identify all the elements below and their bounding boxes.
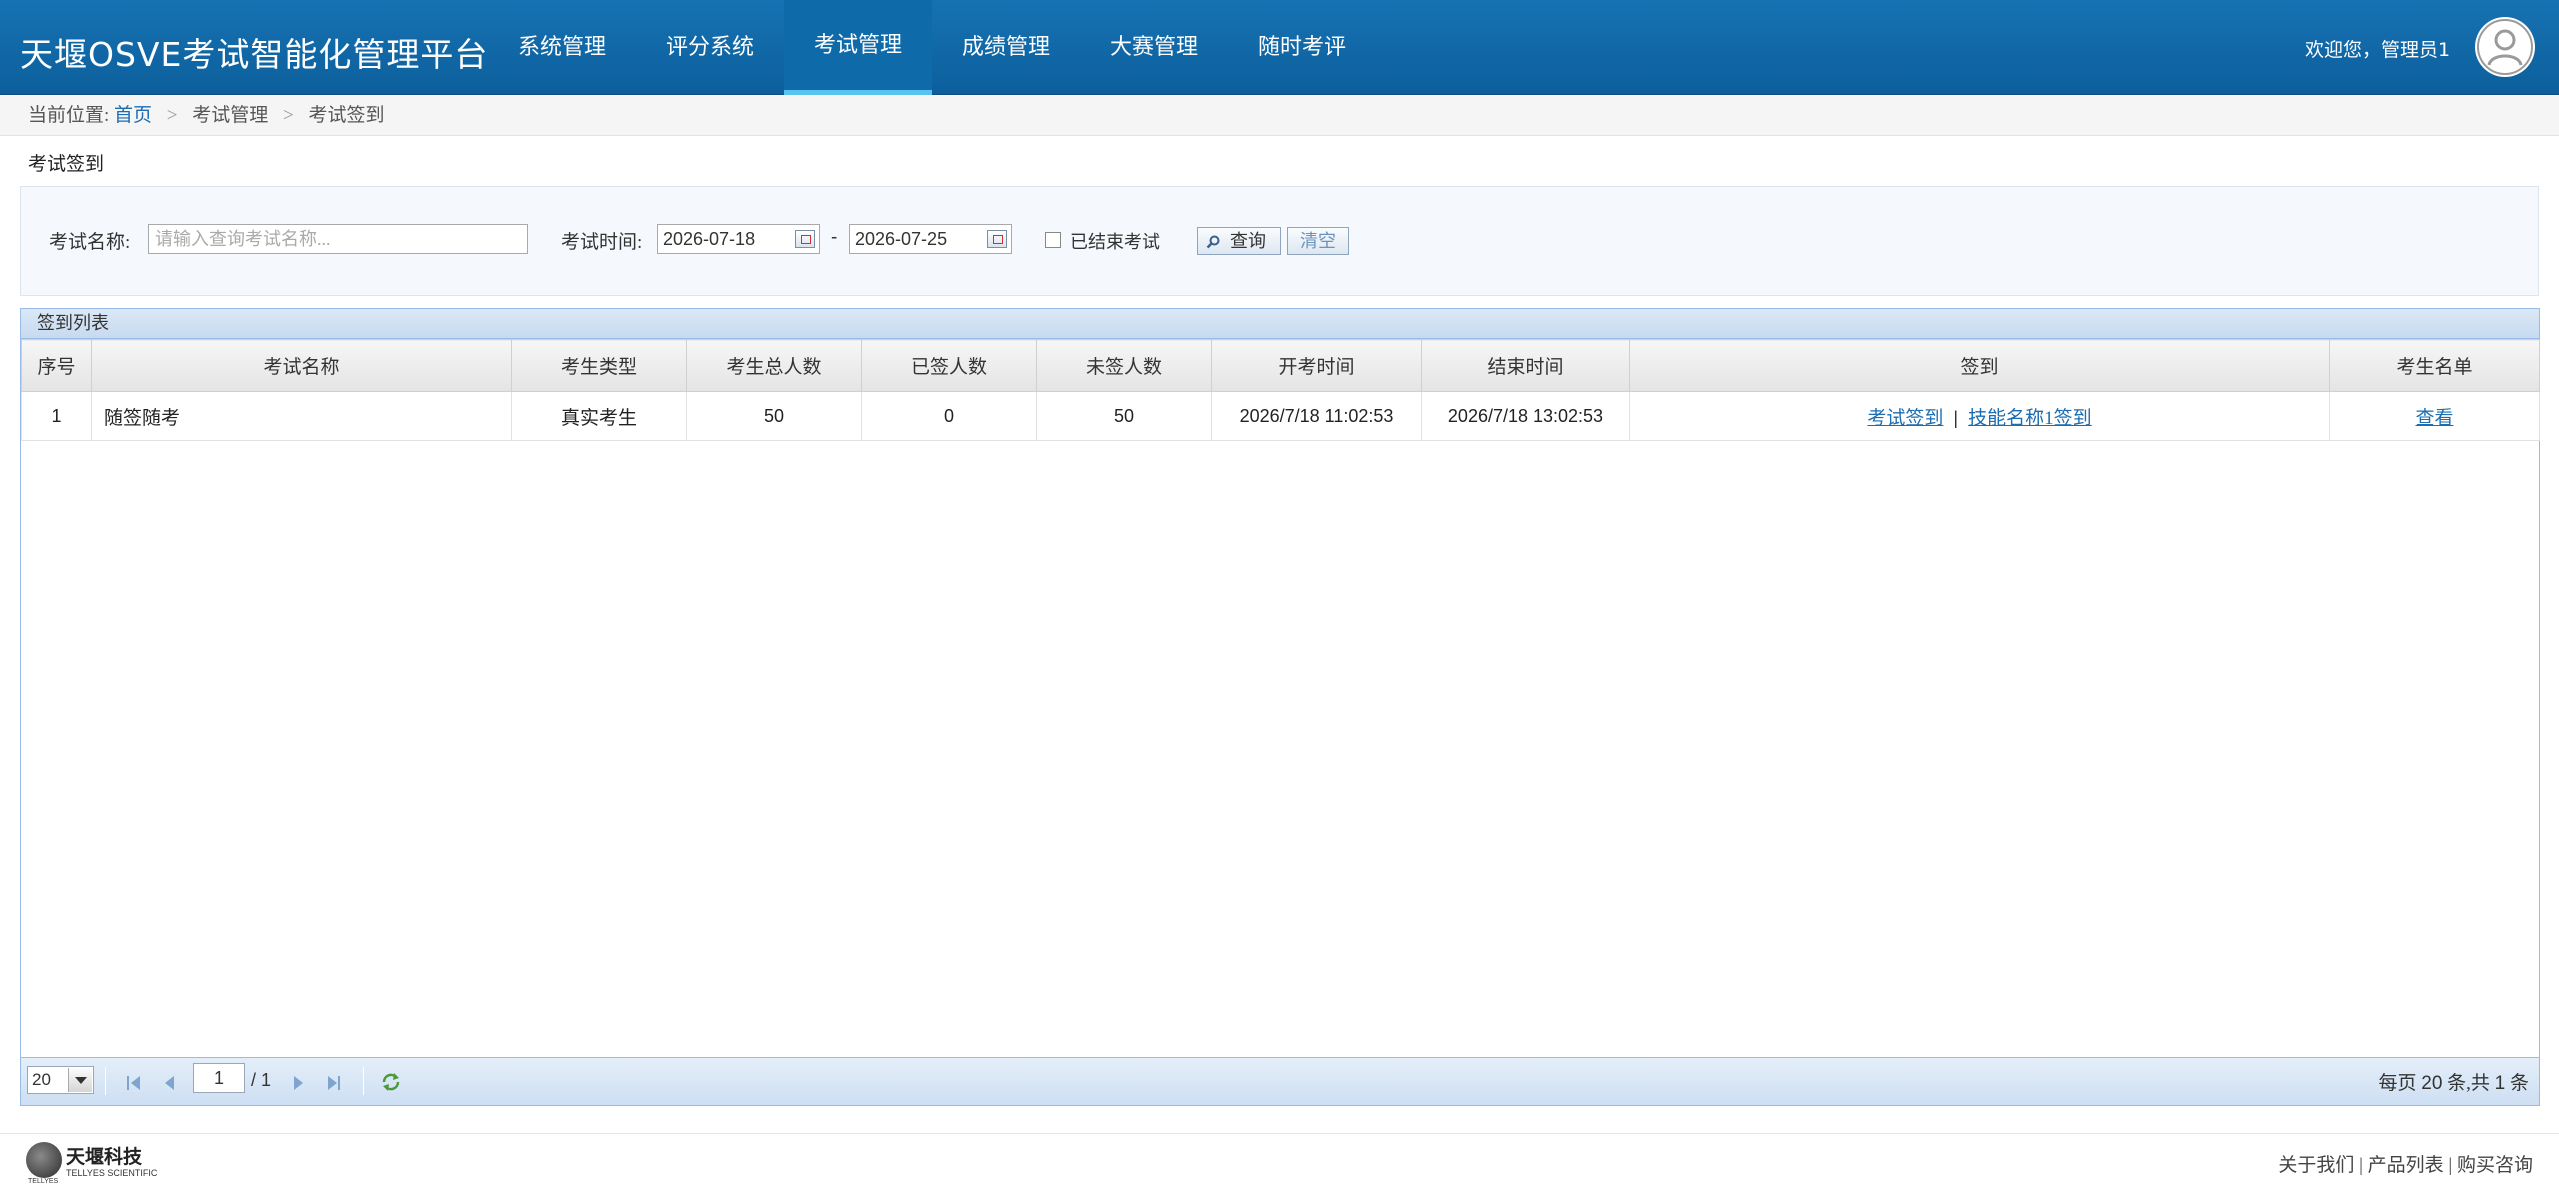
pager: 20 1 / 1 每页 20 条,共 1 条	[21, 1057, 2539, 1105]
cell-index: 1	[21, 391, 92, 441]
column-header[interactable]: 考生类型	[511, 339, 687, 392]
column-header[interactable]: 结束时间	[1421, 339, 1630, 392]
search-icon	[1206, 235, 1220, 249]
user-avatar-icon[interactable]	[2475, 17, 2535, 77]
pager-info-size: 20	[2421, 1073, 2443, 1094]
pager-info-prefix: 每页	[2378, 1073, 2417, 1094]
top-header: 天堰OSVE考试智能化管理平台 系统管理 评分系统 考试管理 成绩管理 大赛管理…	[0, 0, 2559, 95]
pager-divider	[105, 1067, 106, 1095]
footer-link-separator: |	[2448, 1155, 2453, 1176]
exam-signin-link[interactable]: 考试签到	[1867, 408, 1943, 429]
table-row[interactable]: 1 随签随考 真实考生 50 0 50 2026/7/18 11:02:53 2…	[21, 391, 2540, 441]
footer: 天堰科技 TELLYES SCIENTIFIC TELLYES 关于我们 | 产…	[0, 1133, 2559, 1187]
link-separator: |	[1953, 407, 1959, 428]
column-header[interactable]: 考生名单	[2329, 339, 2540, 392]
footer-links: 关于我们 | 产品列表 | 购买咨询	[2278, 1150, 2533, 1177]
prev-page-icon[interactable]	[161, 1073, 179, 1091]
date-to-field[interactable]	[849, 224, 1012, 254]
pager-info-mid: 条,共	[2447, 1073, 2490, 1094]
query-button-label: 查询	[1230, 231, 1266, 251]
breadcrumb-prefix: 当前位置:	[28, 105, 110, 126]
cell-start-time: 2026/7/18 11:02:53	[1211, 391, 1422, 441]
exam-time-label: 考试时间:	[561, 232, 643, 253]
nav-item-exam[interactable]: 考试管理	[784, 0, 932, 95]
cell-exam-name: 随签随考	[91, 391, 512, 441]
page-title: 考试签到	[28, 154, 105, 175]
column-header[interactable]: 签到	[1629, 339, 2330, 392]
query-button[interactable]: 查询	[1197, 227, 1281, 255]
main-nav: 系统管理 评分系统 考试管理 成绩管理 大赛管理 随时考评	[488, 0, 1376, 95]
last-page-icon[interactable]	[325, 1073, 343, 1091]
signin-table: 序号 考试名称 考生类型 考生总人数 已签人数 未签人数 开考时间 结束时间 签…	[21, 339, 2540, 441]
column-header[interactable]: 考生总人数	[686, 339, 862, 392]
company-logo-icon	[26, 1142, 62, 1178]
footer-link-separator: |	[2359, 1155, 2363, 1176]
footer-link-about[interactable]: 关于我们	[2278, 1155, 2354, 1176]
cell-end-time: 2026/7/18 13:02:53	[1421, 391, 1630, 441]
footer-brand: 天堰科技	[66, 1146, 143, 1168]
welcome-text: 欢迎您，管理员1	[2305, 39, 2451, 61]
ended-exam-checkbox[interactable]	[1045, 232, 1061, 248]
view-roster-link[interactable]: 查看	[2415, 408, 2453, 429]
total-pages: / 1	[251, 1070, 272, 1090]
breadcrumb-level2: 考试签到	[308, 105, 385, 126]
exam-name-input[interactable]	[148, 224, 528, 254]
nav-item-grades[interactable]: 成绩管理	[932, 0, 1080, 95]
footer-brand-small: TELLYES	[28, 1178, 59, 1185]
column-header[interactable]: 序号	[21, 339, 92, 392]
breadcrumb-level1: 考试管理	[192, 105, 269, 126]
footer-link-products[interactable]: 产品列表	[2368, 1155, 2444, 1176]
breadcrumb-home-link[interactable]: 首页	[114, 105, 152, 126]
nav-item-contest[interactable]: 大赛管理	[1080, 0, 1228, 95]
cell-signin-actions: 考试签到 | 技能名称1签到	[1629, 391, 2330, 441]
pager-info-total: 1	[2494, 1073, 2506, 1094]
refresh-icon[interactable]	[381, 1073, 400, 1091]
pager-info-suffix: 条	[2509, 1073, 2529, 1094]
nav-item-assessment[interactable]: 随时考评	[1228, 0, 1376, 95]
breadcrumb-separator: >	[283, 105, 294, 126]
nav-item-system[interactable]: 系统管理	[488, 0, 636, 95]
nav-item-scoring[interactable]: 评分系统	[636, 0, 784, 95]
app-title: 天堰OSVE考试智能化管理平台	[20, 35, 489, 74]
table-header-row: 序号 考试名称 考生类型 考生总人数 已签人数 未签人数 开考时间 结束时间 签…	[21, 339, 2540, 392]
page-size-value: 20	[32, 1070, 51, 1089]
column-header[interactable]: 已签人数	[861, 339, 1037, 392]
pager-info: 每页 20 条,共 1 条	[2378, 1068, 2529, 1095]
current-page-input[interactable]: 1	[193, 1063, 245, 1093]
column-header[interactable]: 考试名称	[91, 339, 512, 392]
first-page-icon[interactable]	[125, 1073, 143, 1091]
date-to-input[interactable]	[850, 225, 970, 253]
page-size-select[interactable]: 20	[27, 1066, 94, 1094]
breadcrumb: 当前位置: 首页 > 考试管理 > 考试签到	[0, 96, 2559, 136]
cell-signed: 0	[861, 391, 1037, 441]
skill-signin-link[interactable]: 技能名称1签到	[1968, 408, 2092, 429]
breadcrumb-separator: >	[166, 105, 178, 126]
calendar-icon[interactable]	[987, 230, 1007, 248]
column-header[interactable]: 未签人数	[1036, 339, 1212, 392]
footer-brand-en: TELLYES SCIENTIFIC	[66, 1168, 158, 1178]
grid-title: 签到列表	[21, 309, 2539, 339]
cell-total: 50	[686, 391, 862, 441]
clear-button[interactable]: 清空	[1287, 227, 1349, 255]
ended-exam-label: 已结束考试	[1070, 232, 1160, 253]
date-range-dash: -	[831, 227, 838, 248]
calendar-icon[interactable]	[795, 230, 815, 248]
column-header[interactable]: 开考时间	[1211, 339, 1422, 392]
next-page-icon[interactable]	[289, 1073, 307, 1091]
date-from-input[interactable]	[658, 225, 778, 253]
exam-name-label: 考试名称:	[49, 232, 131, 253]
footer-link-purchase[interactable]: 购买咨询	[2457, 1155, 2533, 1176]
signin-grid: 签到列表 序号 考试名称 考生类型 考生总人数 已签人数 未签人数 开考时间 结…	[20, 308, 2540, 1106]
date-from-field[interactable]	[657, 224, 820, 254]
cell-candidate-type: 真实考生	[511, 391, 687, 441]
dropdown-arrow-icon[interactable]	[68, 1068, 92, 1092]
search-panel: 考试名称: 考试时间: - 已结束考试 查询 清空	[20, 186, 2539, 296]
pager-divider	[363, 1067, 364, 1095]
cell-unsigned: 50	[1036, 391, 1212, 441]
cell-roster: 查看	[2329, 391, 2540, 441]
